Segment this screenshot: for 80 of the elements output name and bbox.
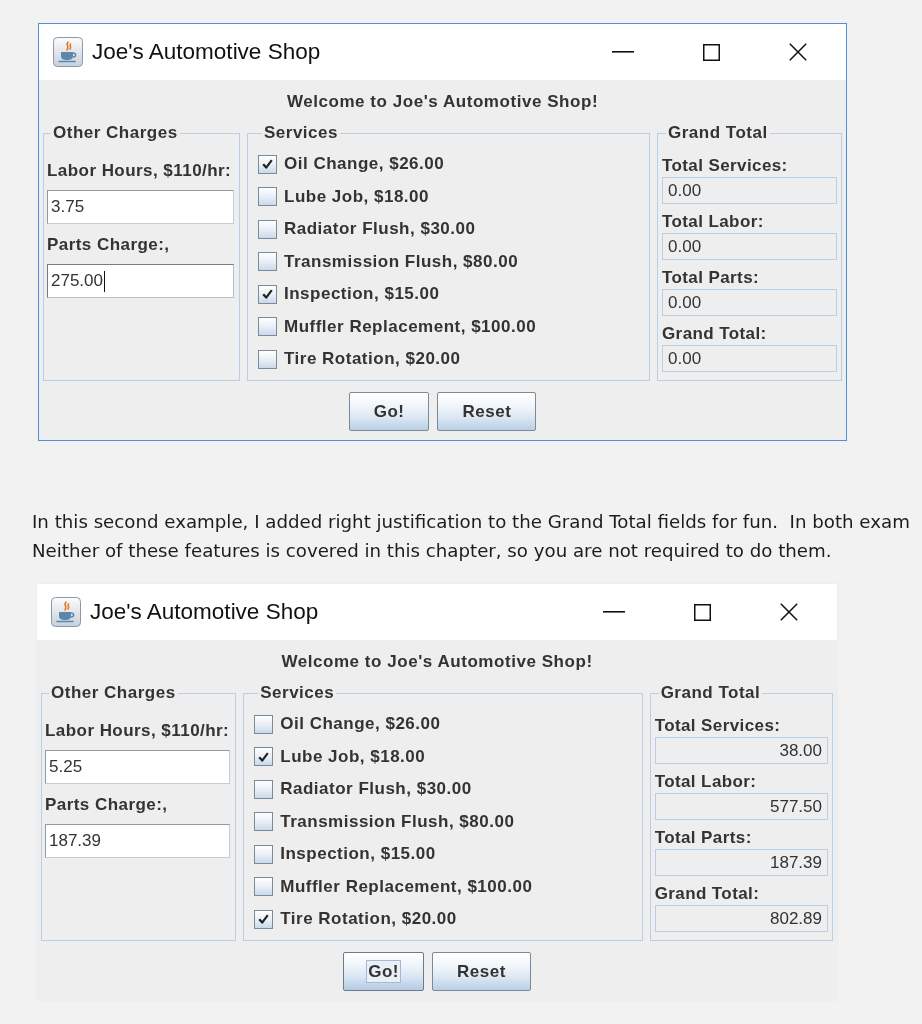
check-icon — [262, 159, 273, 170]
window-title: Joe's Automotive Shop — [92, 39, 321, 65]
total-field: 577.50 — [654, 793, 828, 820]
checkbox-label[interactable]: Radiator Flush, $30.00 — [280, 779, 472, 800]
field-label: Total Labor: — [662, 212, 765, 232]
checkbox[interactable] — [254, 812, 274, 832]
text-field[interactable]: 275.00 — [47, 264, 234, 298]
field-label: Labor Hours, $110/hr: — [45, 720, 231, 742]
checkbox[interactable] — [254, 877, 274, 897]
checkbox-label[interactable]: Radiator Flush, $30.00 — [284, 219, 476, 240]
welcome-label: Welcome to Joe's Automotive Shop! — [286, 92, 599, 112]
total-field: 187.39 — [654, 849, 828, 876]
text-cursor-icon — [104, 270, 105, 292]
field-label: Parts Charge:, — [47, 234, 171, 256]
total-field: 0.00 — [662, 289, 837, 316]
panel-title: Services — [259, 683, 336, 703]
checkbox[interactable] — [258, 284, 277, 304]
action-button[interactable]: Reset — [437, 392, 537, 431]
total-field: 0.00 — [662, 345, 837, 372]
close-icon[interactable] — [789, 43, 807, 61]
field-label: Parts Charge:, — [45, 794, 169, 816]
action-button[interactable]: Go! — [343, 952, 424, 991]
checkbox[interactable] — [258, 349, 277, 369]
minimize-icon[interactable] — [612, 51, 634, 53]
field-label: Labor Hours, $110/hr: — [47, 160, 233, 182]
field-label: Total Parts: — [662, 268, 761, 288]
checkbox-label[interactable]: Transmission Flush, $80.00 — [280, 811, 515, 832]
checkbox-label[interactable]: Oil Change, $26.00 — [284, 154, 445, 175]
welcome-label: Welcome to Joe's Automotive Shop! — [281, 652, 593, 672]
checkbox-label[interactable]: Muffler Replacement, $100.00 — [280, 876, 533, 897]
field-label: Grand Total: — [662, 324, 768, 344]
field-label: Total Services: — [662, 156, 789, 176]
checkbox[interactable] — [258, 154, 277, 174]
check-icon — [258, 751, 270, 762]
field-label: Total Services: — [654, 716, 782, 736]
checkbox-label[interactable]: Inspection, $15.00 — [280, 844, 436, 865]
close-icon[interactable] — [780, 603, 798, 621]
check-icon — [262, 289, 273, 300]
text-field[interactable]: 187.39 — [45, 824, 231, 858]
checkbox-label[interactable]: Inspection, $15.00 — [284, 284, 440, 305]
panel-title: Services — [263, 123, 339, 143]
action-button[interactable]: Reset — [432, 952, 531, 991]
checkbox-label[interactable]: Muffler Replacement, $100.00 — [284, 316, 537, 337]
checkbox-label[interactable]: Tire Rotation, $20.00 — [280, 909, 457, 930]
coffee-cup-icon — [51, 597, 81, 627]
checkbox[interactable] — [254, 909, 274, 929]
checkbox[interactable] — [258, 219, 277, 239]
action-button[interactable]: Go! — [348, 392, 430, 431]
panel-title: Grand Total — [659, 683, 762, 703]
checkbox-label[interactable]: Oil Change, $26.00 — [280, 714, 441, 735]
checkbox-label[interactable]: Tire Rotation, $20.00 — [284, 349, 461, 370]
text-field[interactable]: 5.25 — [45, 750, 231, 784]
panel-title: Grand Total — [667, 123, 769, 143]
total-field: 38.00 — [654, 737, 828, 764]
minimize-icon[interactable] — [603, 611, 625, 613]
checkbox[interactable] — [258, 187, 277, 207]
window-title: Joe's Automotive Shop — [90, 599, 319, 625]
text-field[interactable]: 3.75 — [47, 190, 234, 224]
paragraph: In this second example, I added right justification to the Grand Total fields for fun. In both exam Neither of these features is covered in this chapter, so you are not required to do them. — [32, 510, 911, 563]
check-icon — [258, 914, 270, 925]
field-label: Grand Total: — [654, 884, 761, 904]
panel-title: Other Charges — [52, 123, 179, 143]
total-field: 0.00 — [662, 233, 837, 260]
checkbox[interactable] — [254, 779, 274, 799]
field-label: Total Labor: — [654, 772, 758, 792]
total-field: 802.89 — [654, 905, 828, 932]
checkbox[interactable] — [254, 844, 274, 864]
coffee-cup-icon — [53, 37, 83, 67]
checkbox-label[interactable]: Transmission Flush, $80.00 — [284, 251, 519, 272]
field-label: Total Parts: — [654, 828, 753, 848]
panel-title: Other Charges — [50, 683, 177, 703]
maximize-icon[interactable] — [694, 603, 711, 621]
checkbox[interactable] — [258, 252, 277, 272]
checkbox-label[interactable]: Lube Job, $18.00 — [284, 186, 429, 207]
checkbox[interactable] — [254, 714, 274, 734]
checkbox[interactable] — [254, 747, 274, 767]
checkbox[interactable] — [258, 317, 277, 337]
total-field: 0.00 — [662, 177, 837, 204]
maximize-icon[interactable] — [703, 43, 720, 61]
checkbox-label[interactable]: Lube Job, $18.00 — [280, 746, 426, 767]
